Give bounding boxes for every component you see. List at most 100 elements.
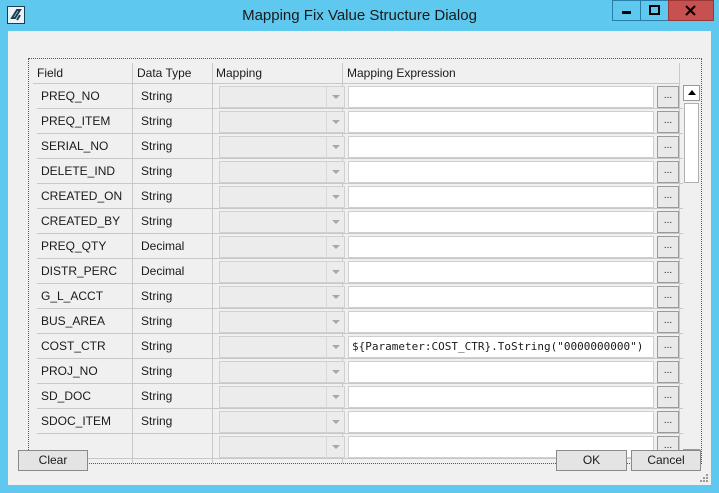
mapping-expression-input[interactable] [348,136,654,158]
mapping-combobox[interactable] [219,86,345,108]
field-name: G_L_ACCT [41,289,104,303]
mapping-expression-input[interactable] [348,286,654,308]
ellipsis-button[interactable]: ... [657,236,679,258]
ellipsis-button[interactable]: ... [657,161,679,183]
mapping-expression-input[interactable] [348,186,654,208]
resize-grip-icon[interactable] [699,473,709,483]
mapping-combobox[interactable] [219,361,345,383]
mapping-combobox[interactable] [219,111,345,133]
ellipsis-button[interactable]: ... [657,86,679,108]
data-type: String [141,164,173,178]
maximize-button[interactable] [640,0,669,21]
cancel-button[interactable]: Cancel [631,450,701,471]
column-header-field[interactable]: Field [37,65,63,82]
mapping-combobox[interactable] [219,336,345,358]
data-type: String [141,389,173,403]
ellipsis-button[interactable]: ... [657,186,679,208]
chevron-down-icon[interactable] [326,212,344,232]
field-name: PROJ_NO [41,364,98,378]
ellipsis-button[interactable]: ... [657,286,679,308]
mapping-expression-input[interactable] [348,86,654,108]
mapping-combobox[interactable] [219,311,345,333]
ellipsis-button[interactable]: ... [657,111,679,133]
ellipsis-button[interactable]: ... [657,361,679,383]
chevron-down-icon[interactable] [326,112,344,132]
scroll-up-arrow-icon[interactable] [683,85,700,101]
table-row[interactable]: SDOC_ITEM String ... [37,409,683,434]
column-header-data-type[interactable]: Data Type [137,65,191,82]
mapping-expression-input[interactable] [348,211,654,233]
mapping-expression-input[interactable] [348,111,654,133]
mapping-combobox[interactable] [219,186,345,208]
ellipsis-button[interactable]: ... [657,386,679,408]
mapping-combobox[interactable] [219,386,345,408]
mapping-expression-input[interactable] [348,386,654,408]
mapping-expression-input[interactable] [348,311,654,333]
close-button[interactable] [668,0,714,21]
table-row[interactable]: G_L_ACCT String ... [37,284,683,309]
table-row[interactable]: SERIAL_NO String ... [37,134,683,159]
column-header-mapping[interactable]: Mapping [216,65,262,82]
table-row[interactable]: PREQ_QTY Decimal ... [37,234,683,259]
mapping-expression-input[interactable] [348,161,654,183]
chevron-down-icon[interactable] [326,162,344,182]
table-row[interactable]: PREQ_NO String ... [37,84,683,109]
chevron-down-icon[interactable] [326,312,344,332]
table-row[interactable]: SD_DOC String ... [37,384,683,409]
mapping-expression-input[interactable]: ${Parameter:COST_CTR}.ToString("00000000… [348,336,654,358]
chevron-down-icon[interactable] [326,437,344,457]
title-bar[interactable]: Mapping Fix Value Structure Dialog [0,0,719,31]
data-type: String [141,189,173,203]
table-row[interactable]: BUS_AREA String ... [37,309,683,334]
table-row[interactable]: CREATED_ON String ... [37,184,683,209]
chevron-down-icon[interactable] [326,137,344,157]
field-name: CREATED_ON [41,189,123,203]
table-row[interactable]: PROJ_NO String ... [37,359,683,384]
ellipsis-button[interactable]: ... [657,211,679,233]
ellipsis-button[interactable]: ... [657,311,679,333]
data-type: String [141,339,173,353]
chevron-down-icon[interactable] [326,387,344,407]
field-name: SDOC_ITEM [41,414,112,428]
mapping-expression-input[interactable] [348,361,654,383]
field-name: SD_DOC [41,389,92,403]
chevron-down-icon[interactable] [326,187,344,207]
field-name: SERIAL_NO [41,139,109,153]
chevron-down-icon[interactable] [326,362,344,382]
chevron-down-icon[interactable] [326,87,344,107]
chevron-down-icon[interactable] [326,262,344,282]
minimize-button[interactable] [612,0,641,21]
table-row[interactable]: CREATED_BY String ... [37,209,683,234]
ok-button[interactable]: OK [556,450,627,471]
chevron-down-icon[interactable] [326,337,344,357]
vertical-scrollbar[interactable] [683,85,700,465]
chevron-down-icon[interactable] [326,287,344,307]
mapping-combobox[interactable] [219,136,345,158]
mapping-combobox[interactable] [219,236,345,258]
table-row[interactable]: DISTR_PERC Decimal ... [37,259,683,284]
data-type [141,434,217,458]
table-row[interactable]: COST_CTR String ${Parameter:COST_CTR}.To… [37,334,683,359]
mapping-combobox[interactable] [219,161,345,183]
ellipsis-button[interactable]: ... [657,261,679,283]
chevron-down-icon[interactable] [326,412,344,432]
mapping-expression-input[interactable] [348,411,654,433]
mapping-combobox[interactable] [219,411,345,433]
mapping-expression-input[interactable] [348,236,654,258]
scrollbar-thumb[interactable] [684,103,699,183]
column-header-mapping-expression[interactable]: Mapping Expression [347,65,456,82]
ellipsis-button[interactable]: ... [657,411,679,433]
table-row[interactable]: DELETE_IND String ... [37,159,683,184]
mapping-combobox[interactable] [219,286,345,308]
ellipsis-button[interactable]: ... [657,336,679,358]
clear-button[interactable]: Clear [18,450,88,471]
mapping-combobox[interactable] [219,436,345,458]
mapping-expression-input[interactable] [348,261,654,283]
mapping-combobox[interactable] [219,261,345,283]
mapping-combobox[interactable] [219,211,345,233]
chevron-down-icon[interactable] [326,237,344,257]
data-type: String [141,139,173,153]
table-row[interactable]: PREQ_ITEM String ... [37,109,683,134]
ellipsis-button[interactable]: ... [657,136,679,158]
data-type: String [141,114,173,128]
